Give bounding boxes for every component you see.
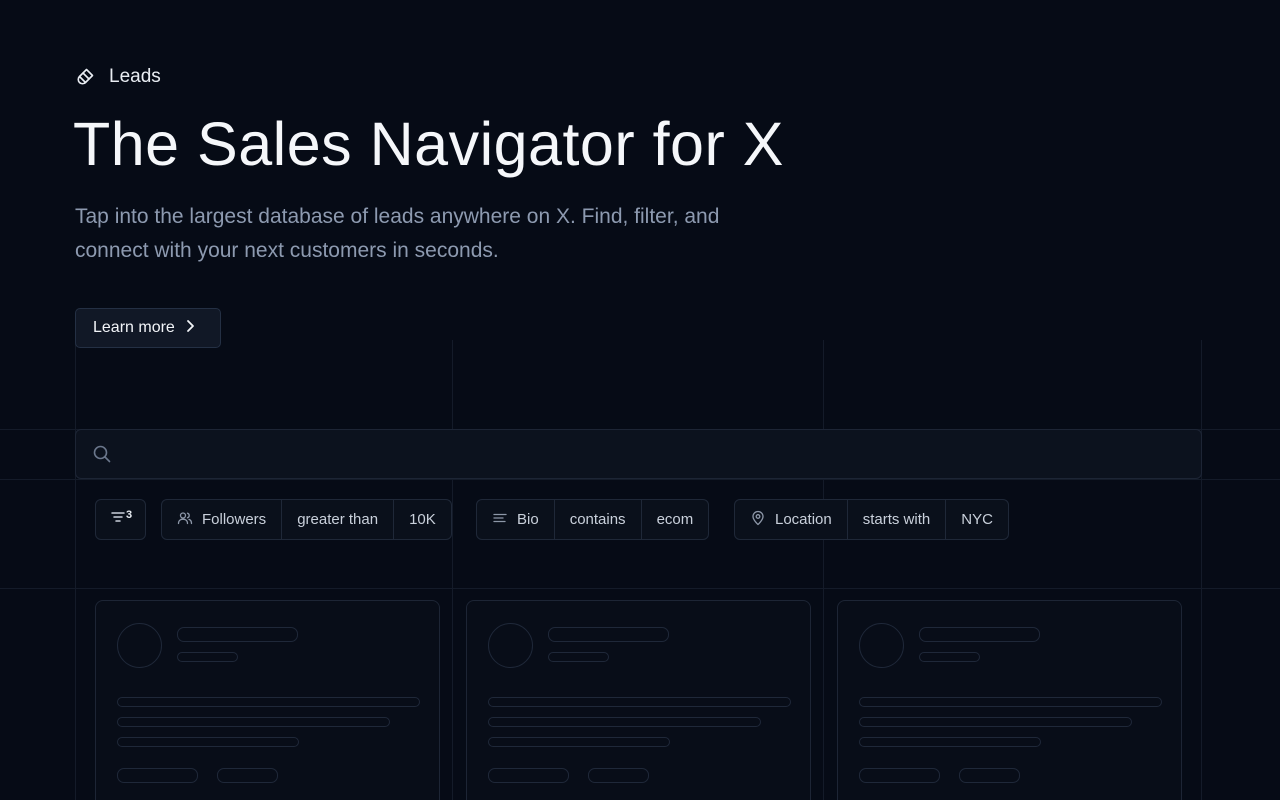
text-placeholder bbox=[859, 717, 1132, 727]
handle-placeholder bbox=[919, 652, 980, 662]
text-placeholder bbox=[488, 717, 761, 727]
chevron-right-icon bbox=[185, 319, 195, 338]
text-placeholder bbox=[117, 717, 390, 727]
filter-chip-followers[interactable]: Followers greater than 10K bbox=[161, 499, 452, 540]
text-placeholder bbox=[488, 697, 791, 707]
filter-chip-bio[interactable]: Bio contains ecom bbox=[476, 499, 710, 540]
tag-placeholder bbox=[588, 768, 649, 783]
filter-field[interactable]: Location bbox=[735, 500, 848, 539]
filter-operator[interactable]: starts with bbox=[848, 500, 947, 539]
page-subtitle: Tap into the largest database of leads a… bbox=[75, 205, 720, 262]
avatar-placeholder bbox=[859, 623, 904, 668]
filter-count-badge: 3 bbox=[126, 509, 133, 521]
text-placeholder bbox=[859, 697, 1162, 707]
filter-value[interactable]: 10K bbox=[394, 500, 451, 539]
tag-placeholder bbox=[488, 768, 569, 783]
text-placeholder bbox=[859, 737, 1041, 747]
lead-card-skeleton bbox=[837, 600, 1182, 800]
filter-operator[interactable]: contains bbox=[555, 500, 642, 539]
learn-more-label: Learn more bbox=[93, 319, 175, 336]
grid-line bbox=[75, 340, 76, 800]
grid-line bbox=[823, 340, 824, 800]
tag-placeholder bbox=[217, 768, 278, 783]
text-placeholder bbox=[117, 737, 299, 747]
grid-line bbox=[0, 588, 1280, 589]
users-icon bbox=[177, 510, 193, 530]
map-pin-icon bbox=[750, 510, 766, 530]
filter-value[interactable]: NYC bbox=[946, 500, 1008, 539]
avatar-placeholder bbox=[488, 623, 533, 668]
name-placeholder bbox=[177, 627, 298, 642]
filter-value[interactable]: ecom bbox=[642, 500, 709, 539]
lead-card-skeleton bbox=[95, 600, 440, 800]
handle-placeholder bbox=[548, 652, 609, 662]
text-placeholder bbox=[488, 737, 670, 747]
search-input[interactable] bbox=[75, 429, 1202, 479]
filter-field[interactable]: Bio bbox=[477, 500, 555, 539]
name-placeholder bbox=[548, 627, 669, 642]
page: Leads The Sales Navigator for X Tap into… bbox=[0, 0, 1280, 800]
magnet-icon bbox=[75, 67, 95, 87]
avatar-placeholder bbox=[117, 623, 162, 668]
section-eyebrow: Leads bbox=[75, 66, 161, 88]
tag-placeholder bbox=[959, 768, 1020, 783]
filter-toggle-button[interactable]: 3 bbox=[95, 499, 146, 540]
grid-line bbox=[0, 479, 1280, 480]
grid-line bbox=[1201, 340, 1202, 800]
filter-operator[interactable]: greater than bbox=[282, 500, 395, 539]
filter-field[interactable]: Followers bbox=[162, 500, 283, 539]
name-placeholder bbox=[919, 627, 1040, 642]
learn-more-button[interactable]: Learn more bbox=[75, 308, 221, 348]
tag-placeholder bbox=[859, 768, 940, 783]
search-icon bbox=[92, 444, 112, 469]
filter-chip-location[interactable]: Location starts with NYC bbox=[734, 499, 1009, 540]
tag-placeholder bbox=[117, 768, 198, 783]
eyebrow-label: Leads bbox=[109, 66, 161, 87]
lead-card-skeleton bbox=[466, 600, 811, 800]
text-placeholder bbox=[117, 697, 420, 707]
text-lines-icon bbox=[492, 510, 508, 530]
handle-placeholder bbox=[177, 652, 238, 662]
page-title: The Sales Navigator for X bbox=[73, 110, 784, 178]
grid-line bbox=[452, 340, 453, 800]
